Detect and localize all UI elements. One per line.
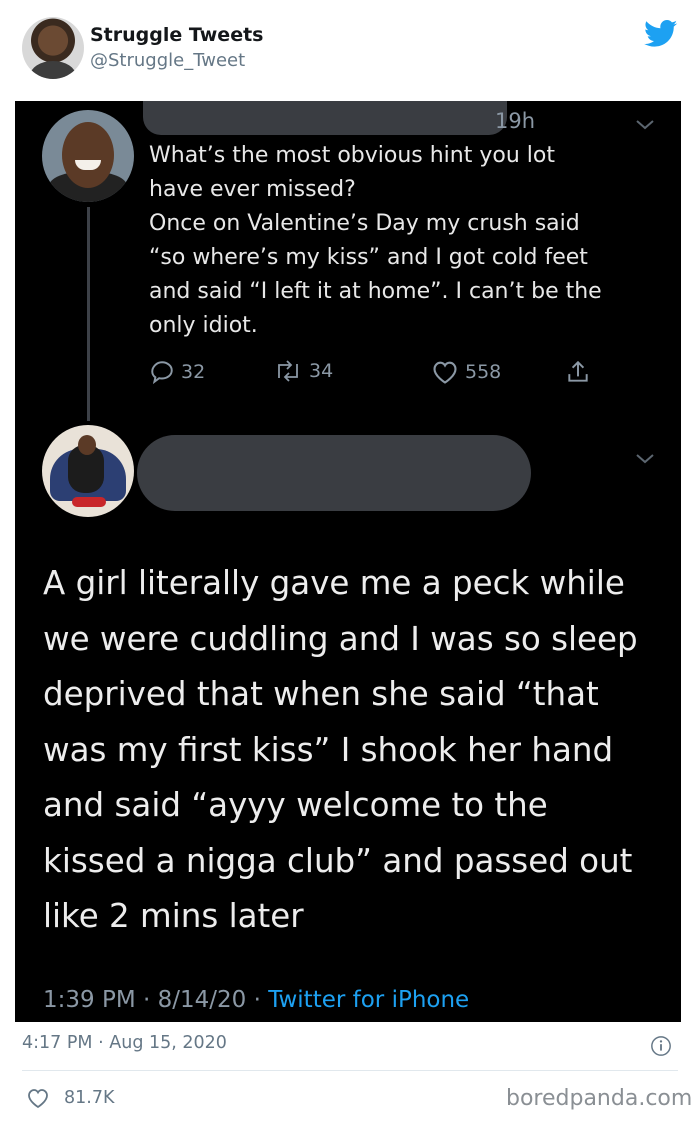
- tweet2-text: A girl literally gave me a peck while we…: [43, 564, 638, 935]
- reply-author-avatar-1: [42, 110, 134, 202]
- redacted-name-2: [137, 435, 531, 511]
- retweet-count: 34: [309, 360, 334, 382]
- info-icon[interactable]: [650, 1035, 672, 1057]
- share-icon: [568, 360, 588, 382]
- retweet-action: 34: [273, 359, 333, 383]
- tweet2-time: 1:39 PM: [43, 987, 136, 1013]
- twitter-bird-icon[interactable]: [644, 20, 678, 48]
- share-action: [565, 359, 597, 385]
- meta-separator: ·: [253, 987, 261, 1013]
- footer-separator: ·: [98, 1033, 104, 1053]
- like-icon: [433, 361, 457, 384]
- like-total: 81.7K: [64, 1088, 115, 1108]
- tweet1-time: 19h: [495, 109, 536, 133]
- chevron-down-icon: [636, 120, 654, 130]
- meta-separator: ·: [143, 987, 151, 1013]
- reply-action: 32: [149, 359, 205, 385]
- author-handle[interactable]: @Struggle_Tweet: [90, 50, 245, 71]
- embedded-screenshot: 19h What’s the most obvious hint you lot…: [15, 101, 681, 1022]
- footer-divider: [22, 1070, 678, 1071]
- tweet-header: Struggle Tweets @Struggle_Tweet: [0, 0, 700, 100]
- author-avatar[interactable]: [22, 17, 84, 79]
- heart-icon[interactable]: [26, 1087, 50, 1109]
- tweet2-date: 8/14/20: [157, 987, 247, 1013]
- reply-author-avatar-2: [42, 425, 134, 517]
- retweet-icon: [278, 360, 298, 382]
- author-name[interactable]: Struggle Tweets: [90, 24, 263, 46]
- reply-count: 32: [181, 361, 206, 383]
- thread-line: [87, 207, 90, 421]
- tweet1-text: What’s the most obvious hint you lot hav…: [149, 143, 602, 338]
- like-count: 558: [465, 361, 502, 383]
- like-action: 558: [431, 359, 501, 385]
- tweet-timestamp[interactable]: 4:17 PM · Aug 15, 2020: [22, 1033, 227, 1053]
- footer-date[interactable]: Aug 15, 2020: [109, 1033, 227, 1053]
- redacted-name-1: [143, 101, 507, 135]
- like-button[interactable]: 81.7K: [26, 1087, 114, 1109]
- chevron-down-icon: [636, 454, 654, 464]
- tweet2-source: Twitter for iPhone: [268, 987, 470, 1013]
- reply-icon: [151, 361, 173, 385]
- tweet2-meta: 1:39 PM · 8/14/20 · Twitter for iPhone: [43, 987, 469, 1013]
- watermark: boredpanda.com: [506, 1086, 693, 1111]
- footer-time[interactable]: 4:17 PM: [22, 1033, 93, 1053]
- tweet1-actions: 32 34 558: [149, 359, 609, 389]
